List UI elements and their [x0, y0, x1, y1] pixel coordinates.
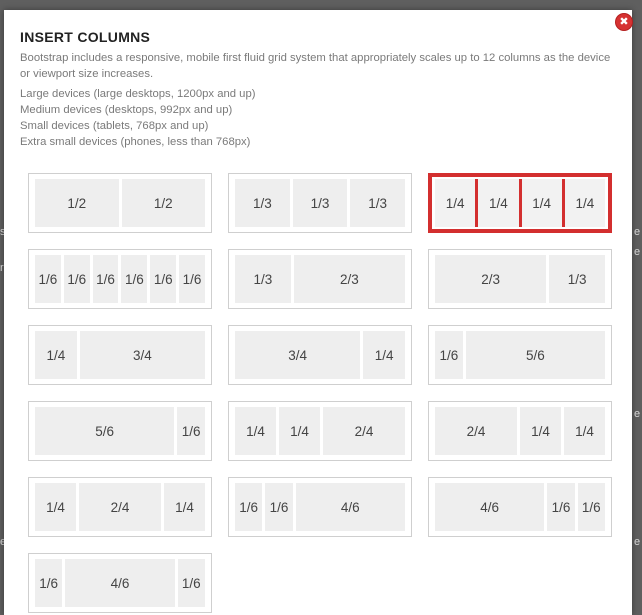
column-cell: 1/4 [521, 179, 565, 227]
column-cell: 1/4 [35, 483, 76, 531]
column-cell: 1/3 [549, 255, 605, 303]
column-cell: 1/3 [292, 179, 348, 227]
background-text-fragment: e [634, 408, 641, 420]
column-cell: 1/6 [35, 559, 63, 607]
background-text-fragment: e [634, 226, 641, 238]
column-cell: 1/6 [92, 255, 119, 303]
column-cell: 1/6 [265, 483, 293, 531]
column-cell: 1/4 [35, 331, 77, 379]
column-layout-option[interactable]: 1/2 1/2 [28, 173, 212, 233]
column-layout-option[interactable]: 1/6 5/6 [428, 325, 612, 385]
column-cell: 1/3 [235, 179, 290, 227]
column-cell: 3/4 [79, 331, 205, 379]
column-cell: 1/6 [121, 255, 148, 303]
column-layout-option[interactable]: 1/4 1/4 1/4 1/4 [428, 173, 612, 233]
column-cell: 1/6 [179, 255, 205, 303]
column-layout-option[interactable]: 5/6 1/6 [28, 401, 212, 461]
column-layout-option[interactable]: 1/4 1/4 2/4 [228, 401, 412, 461]
column-cell: 1/6 [177, 559, 205, 607]
device-breakpoint-item: Medium devices (desktops, 992px and up) [20, 104, 233, 116]
column-cell: 2/4 [435, 407, 517, 455]
background-text-fragment: e [634, 536, 641, 548]
close-icon[interactable]: ✖ [616, 14, 632, 30]
column-cell: 1/3 [235, 255, 291, 303]
column-cell: 2/4 [323, 407, 405, 455]
column-cell: 1/6 [177, 407, 205, 455]
column-cell: 1/4 [520, 407, 561, 455]
column-cell: 4/6 [295, 483, 405, 531]
column-cell: 1/6 [547, 483, 575, 531]
column-cell: 1/4 [435, 179, 479, 227]
column-layout-option[interactable]: 2/4 1/4 1/4 [428, 401, 612, 461]
column-cell: 2/3 [435, 255, 547, 303]
column-layout-option[interactable]: 4/6 1/6 1/6 [428, 477, 612, 537]
column-layout-option[interactable]: 2/3 1/3 [428, 249, 612, 309]
column-cell: 1/2 [35, 179, 119, 227]
column-cell: 1/6 [150, 255, 177, 303]
column-layout-option[interactable]: 1/4 3/4 [28, 325, 212, 385]
column-layout-option[interactable]: 1/3 1/3 1/3 [228, 173, 412, 233]
modal-description: Bootstrap includes a responsive, mobile … [20, 52, 611, 80]
column-cell: 1/6 [235, 483, 263, 531]
column-cell: 2/3 [293, 255, 405, 303]
column-cell: 2/4 [79, 483, 161, 531]
column-cell: 1/4 [279, 407, 320, 455]
column-layout-option[interactable]: 3/4 1/4 [228, 325, 412, 385]
column-cell: 4/6 [65, 559, 175, 607]
column-cell: 4/6 [435, 483, 545, 531]
column-cell: 3/4 [235, 331, 361, 379]
column-layout-option[interactable]: 1/6 1/6 1/6 1/6 1/6 1/6 [28, 249, 212, 309]
modal-title: INSERT COLUMNS [20, 29, 151, 45]
column-cell: 1/4 [564, 407, 605, 455]
column-cell: 1/6 [577, 483, 605, 531]
device-breakpoint-item: Large devices (large desktops, 1200px an… [20, 88, 256, 100]
background-text-fragment: e [634, 246, 641, 258]
column-cell: 1/4 [235, 407, 276, 455]
insert-columns-modal: ✖ INSERT COLUMNS Bootstrap includes a re… [4, 10, 632, 615]
device-breakpoints-list: Large devices (large desktops, 1200px an… [20, 86, 256, 150]
device-breakpoint-item: Small devices (tablets, 768px and up) [20, 120, 209, 132]
column-cell: 1/6 [35, 255, 61, 303]
column-layout-option[interactable]: 1/6 1/6 4/6 [228, 477, 412, 537]
column-cell: 1/6 [63, 255, 90, 303]
column-layout-option[interactable]: 1/6 4/6 1/6 [28, 553, 212, 613]
column-cell: 1/4 [164, 483, 205, 531]
column-cell: 1/2 [121, 179, 205, 227]
device-breakpoint-item: Extra small devices (phones, less than 7… [20, 136, 251, 148]
column-cell: 1/6 [435, 331, 463, 379]
column-layout-option[interactable]: 1/4 2/4 1/4 [28, 477, 212, 537]
column-layout-option[interactable]: 1/3 2/3 [228, 249, 412, 309]
column-cell: 1/3 [350, 179, 406, 227]
column-cell: 5/6 [35, 407, 175, 455]
column-cell: 1/4 [564, 179, 605, 227]
column-cell: 1/4 [478, 179, 522, 227]
column-cell: 1/4 [363, 331, 405, 379]
column-cell: 5/6 [465, 331, 605, 379]
